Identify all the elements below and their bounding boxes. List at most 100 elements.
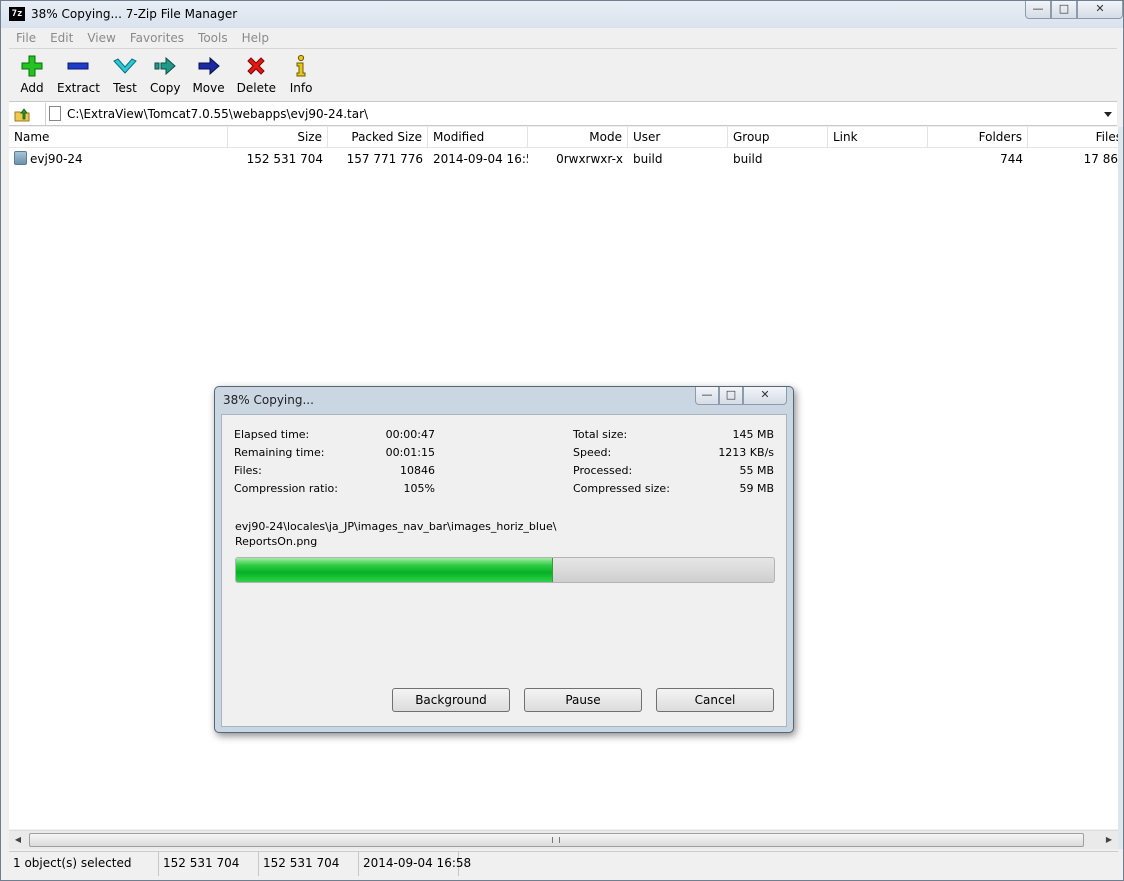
elapsed-value: 00:00:47 xyxy=(385,428,435,441)
extract-icon xyxy=(65,53,91,79)
add-icon xyxy=(19,53,45,79)
status-selected: 1 object(s) selected xyxy=(9,852,159,876)
table-row[interactable]: evj90-24 152 531 704 157 771 776 2014-09… xyxy=(9,149,1118,169)
progress-bar xyxy=(235,557,775,583)
minimize-button[interactable]: — xyxy=(1025,1,1051,19)
copy-label: Copy xyxy=(149,81,181,95)
horizontal-scrollbar[interactable]: ◀ ▶ xyxy=(9,830,1118,849)
column-folders[interactable]: Folders xyxy=(928,127,1028,148)
app-7z-icon[interactable]: 7z xyxy=(9,7,25,21)
cancel-button[interactable]: Cancel xyxy=(656,688,774,712)
up-folder-icon[interactable] xyxy=(14,106,30,122)
info-icon xyxy=(288,53,314,79)
column-mode[interactable]: Mode xyxy=(528,127,628,148)
copy-button[interactable]: Copy xyxy=(144,49,186,101)
info-button[interactable]: Info xyxy=(282,49,320,101)
current-path-line2: ReportsOn.png xyxy=(235,535,318,548)
toolbar: Add Extract Test Copy Move Delete Info xyxy=(9,48,1117,101)
status-bar: 1 object(s) selected 152 531 704 152 531… xyxy=(9,851,1118,876)
column-name[interactable]: Name xyxy=(9,127,228,148)
row-name-cell: evj90-24 xyxy=(9,149,228,169)
dialog-title: 38% Copying... xyxy=(223,393,314,407)
column-user[interactable]: User xyxy=(628,127,728,148)
column-link[interactable]: Link xyxy=(828,127,928,148)
move-button[interactable]: Move xyxy=(186,49,230,101)
delete-button[interactable]: Delete xyxy=(231,49,282,101)
window-title: 38% Copying... 7-Zip File Manager xyxy=(31,7,238,21)
path-combobox[interactable]: C:\ExtraView\Tomcat7.0.55\webapps\evj90-… xyxy=(45,103,1115,125)
add-label: Add xyxy=(20,81,44,95)
test-label: Test xyxy=(113,81,137,95)
row-link xyxy=(828,149,928,169)
dialog-maximize-button[interactable]: □ xyxy=(719,387,743,405)
move-icon xyxy=(196,53,222,79)
ratio-value: 105% xyxy=(403,482,435,495)
row-user: build xyxy=(633,152,663,166)
close-button[interactable]: ✕ xyxy=(1077,1,1123,19)
speed-label: Speed: xyxy=(573,446,612,459)
status-size: 152 531 704 xyxy=(159,852,259,876)
info-label: Info xyxy=(289,81,313,95)
dialog-body: Elapsed time: 00:00:47 Remaining time: 0… xyxy=(221,414,787,727)
scroll-right-icon[interactable]: ▶ xyxy=(1102,833,1116,847)
background-button[interactable]: Background xyxy=(392,688,510,712)
dropdown-arrow-icon[interactable] xyxy=(1103,108,1113,120)
column-size[interactable]: Size xyxy=(228,127,328,148)
menu-favorites[interactable]: Favorites xyxy=(123,29,191,48)
row-packed-size: 157 771 776 xyxy=(346,152,423,166)
row-mode: 0rwxrwxr-x xyxy=(556,152,623,166)
document-icon xyxy=(49,106,61,121)
window-caption-buttons: — □ ✕ xyxy=(1025,1,1123,19)
maximize-button[interactable]: □ xyxy=(1051,1,1077,19)
address-bar: C:\ExtraView\Tomcat7.0.55\webapps\evj90-… xyxy=(9,101,1117,126)
files-label: Files: xyxy=(234,464,262,477)
ratio-label: Compression ratio: xyxy=(234,482,338,495)
column-modified[interactable]: Modified xyxy=(428,127,528,148)
menu-help[interactable]: Help xyxy=(235,29,276,48)
scroll-thumb[interactable] xyxy=(29,833,1084,847)
row-size: 152 531 704 xyxy=(246,152,323,166)
compressed-size-value: 59 MB xyxy=(739,482,774,495)
total-size-label: Total size: xyxy=(573,428,628,441)
test-button[interactable]: Test xyxy=(106,49,144,101)
delete-label: Delete xyxy=(236,81,277,95)
path-text[interactable]: C:\ExtraView\Tomcat7.0.55\webapps\evj90-… xyxy=(67,107,368,121)
vertical-scrollbar[interactable] xyxy=(1118,127,1123,849)
dialog-minimize-button[interactable]: — xyxy=(695,387,719,405)
menu-file[interactable]: File xyxy=(9,29,43,48)
extract-button[interactable]: Extract xyxy=(51,49,106,101)
row-files: 17 86 xyxy=(1083,152,1118,166)
progress-fill xyxy=(236,558,554,582)
status-packed: 152 531 704 xyxy=(259,852,359,876)
title-bar[interactable]: 7z 38% Copying... 7-Zip File Manager — □… xyxy=(1,1,1123,28)
dialog-close-button[interactable]: ✕ xyxy=(743,387,787,405)
pause-button[interactable]: Pause xyxy=(524,688,642,712)
dialog-caption-buttons: — □ ✕ xyxy=(695,387,787,405)
speed-value: 1213 KB/s xyxy=(718,446,774,459)
add-button[interactable]: Add xyxy=(13,49,51,101)
main-window: 7z 38% Copying... 7-Zip File Manager — □… xyxy=(0,0,1124,881)
column-header: Name Size Packed Size Modified Mode User… xyxy=(9,127,1118,148)
column-packed-size[interactable]: Packed Size xyxy=(328,127,428,148)
row-folders: 744 xyxy=(1000,152,1023,166)
remaining-value: 00:01:15 xyxy=(385,446,435,459)
current-file-path: evj90-24\locales\ja_JP\images_nav_bar\im… xyxy=(235,519,556,549)
copy-icon xyxy=(152,53,178,79)
test-icon xyxy=(112,53,138,79)
row-modified: 2014-09-04 16:58 xyxy=(433,152,528,166)
scroll-left-icon[interactable]: ◀ xyxy=(11,833,25,847)
column-group[interactable]: Group xyxy=(728,127,828,148)
copy-progress-dialog: 38% Copying... — □ ✕ Elapsed time: 00:00… xyxy=(214,386,794,733)
grip-icon xyxy=(552,837,560,843)
menu-view[interactable]: View xyxy=(80,29,122,48)
folder-icon xyxy=(14,151,27,165)
menu-bar: File Edit View Favorites Tools Help xyxy=(9,29,1117,48)
move-label: Move xyxy=(192,81,225,95)
menu-tools[interactable]: Tools xyxy=(191,29,235,48)
elapsed-label: Elapsed time: xyxy=(234,428,310,441)
column-files[interactable]: Files xyxy=(1028,127,1118,148)
menu-edit[interactable]: Edit xyxy=(43,29,80,48)
files-value: 10846 xyxy=(400,464,435,477)
compressed-size-label: Compressed size: xyxy=(573,482,670,495)
total-size-value: 145 MB xyxy=(732,428,774,441)
